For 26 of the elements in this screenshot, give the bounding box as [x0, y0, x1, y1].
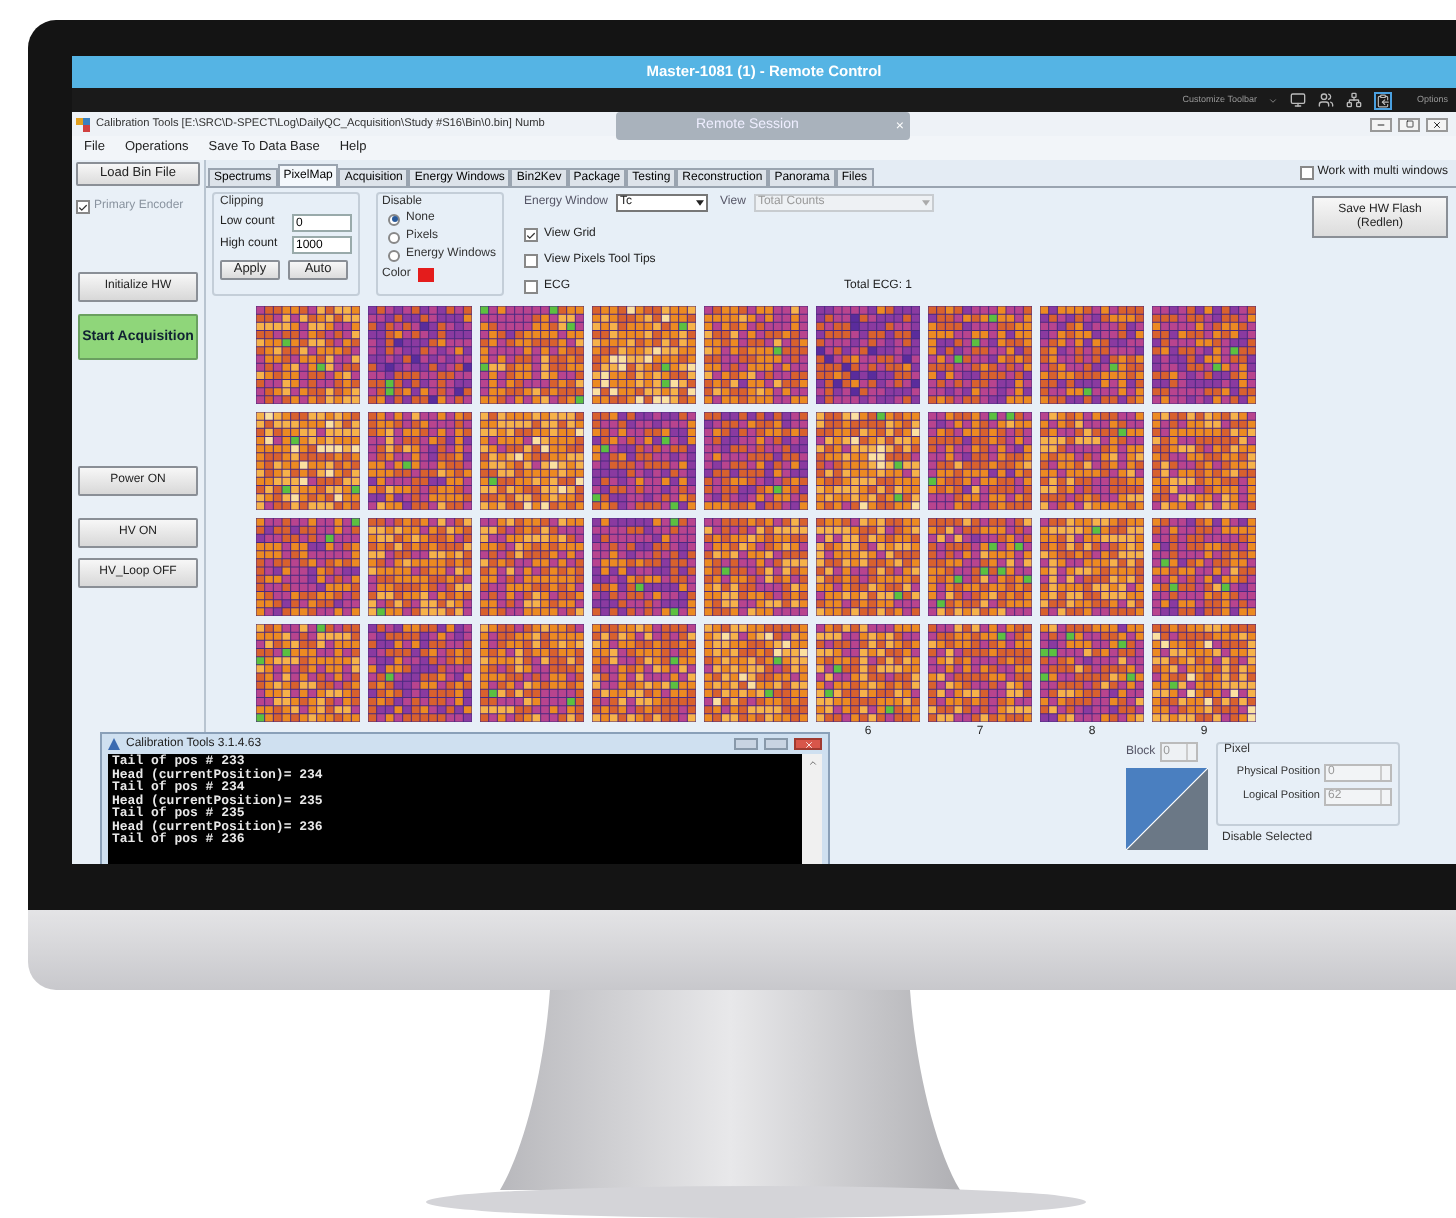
minimize-button[interactable]	[734, 738, 758, 750]
maximize-button[interactable]	[764, 738, 788, 750]
clipboard-icon[interactable]	[1374, 91, 1393, 109]
app-icon	[108, 738, 120, 750]
restore-icon	[1405, 120, 1413, 128]
window-icon[interactable]	[1290, 92, 1307, 108]
dropdown-arrow-icon	[921, 200, 930, 206]
checkbox[interactable]	[1299, 166, 1314, 180]
checkbox[interactable]	[76, 200, 90, 214]
radio-button[interactable]	[388, 231, 400, 243]
app-icon	[76, 117, 90, 131]
close-button[interactable]	[1426, 117, 1448, 131]
scroll-up-icon[interactable]	[807, 758, 817, 768]
network-icon[interactable]	[1346, 92, 1363, 108]
scrollbar[interactable]	[802, 754, 822, 864]
checkbox[interactable]	[524, 228, 538, 242]
dropdown-arrow-icon	[696, 200, 705, 206]
radio-button[interactable]	[388, 249, 400, 261]
checkbox[interactable]	[524, 254, 538, 268]
minimize-icon	[1376, 119, 1386, 129]
color-swatch[interactable]	[418, 268, 435, 282]
checkbox[interactable]	[524, 280, 538, 294]
block-preview-drawing	[1126, 768, 1208, 850]
group-icon[interactable]	[1318, 92, 1335, 108]
caret-icon[interactable]	[1268, 95, 1279, 105]
radio-button[interactable]	[388, 213, 400, 225]
